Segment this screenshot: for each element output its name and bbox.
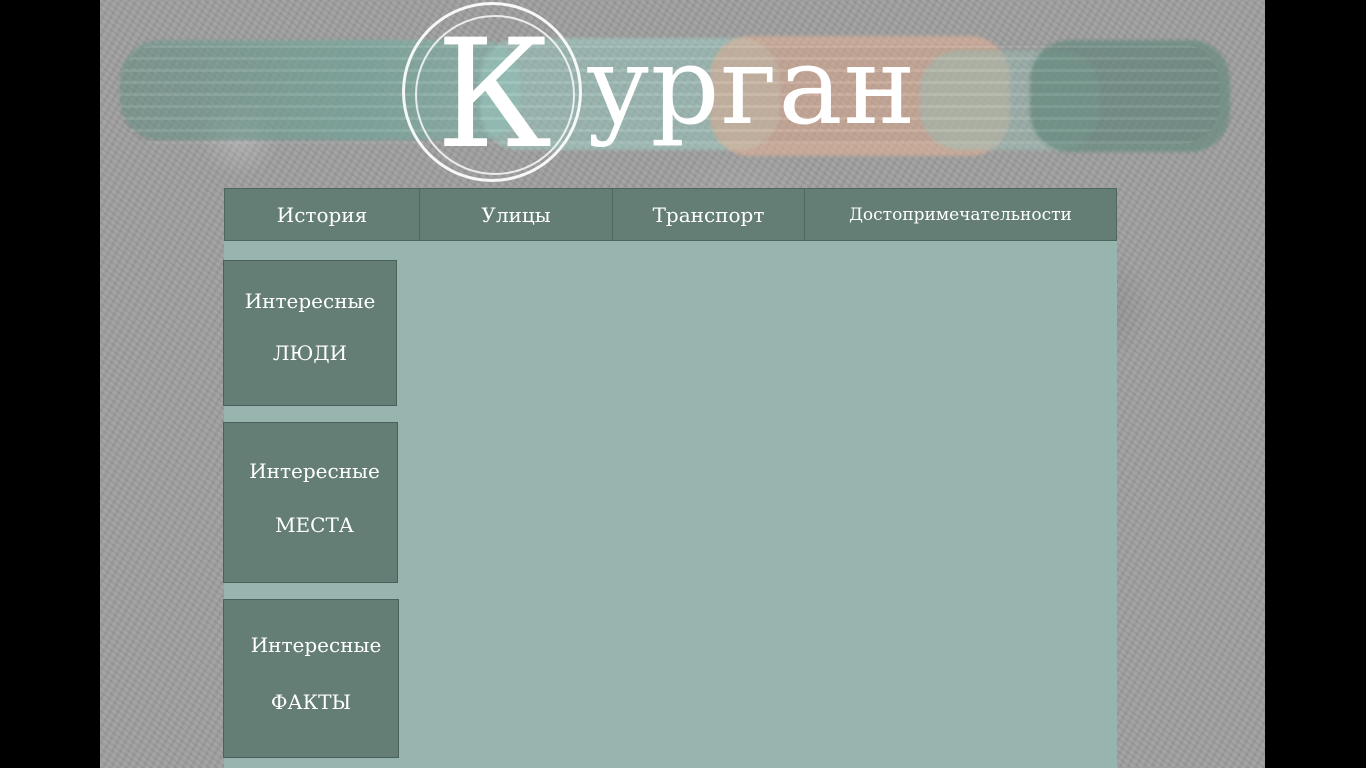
sidebar-item-label: Интересные <box>250 633 382 657</box>
nav-item-transport[interactable]: Транспорт <box>613 189 805 240</box>
logo-title-text: урган <box>586 24 917 149</box>
sidebar-item-label: ФАКТЫ <box>270 690 352 714</box>
sidebar-item-interesting-facts[interactable]: Интересные ФАКТЫ <box>223 599 399 758</box>
nav-item-streets[interactable]: Улицы <box>420 189 613 240</box>
nav-item-sights[interactable]: Достопримечательности <box>805 189 1116 240</box>
sidebar-item-label: Интересные <box>244 289 376 313</box>
nav-item-history[interactable]: История <box>225 189 420 240</box>
site-logo[interactable]: К урган <box>400 0 1020 188</box>
sidebar-item-label: ЛЮДИ <box>272 341 348 365</box>
main-navigation: История Улицы Транспорт Достопримечатель… <box>224 188 1117 241</box>
logo-initial-letter: К <box>436 8 553 182</box>
sidebar-item-label: Интересные <box>249 459 380 483</box>
header-banner: К урган <box>100 0 1265 188</box>
sidebar-item-interesting-places[interactable]: Интересные МЕСТА <box>223 422 398 583</box>
sidebar-item-interesting-people[interactable]: Интересные ЛЮДИ <box>223 260 397 406</box>
sidebar-item-label: МЕСТА <box>275 513 354 537</box>
page-background: К урган История Улицы Транспорт Достопри… <box>100 0 1265 768</box>
